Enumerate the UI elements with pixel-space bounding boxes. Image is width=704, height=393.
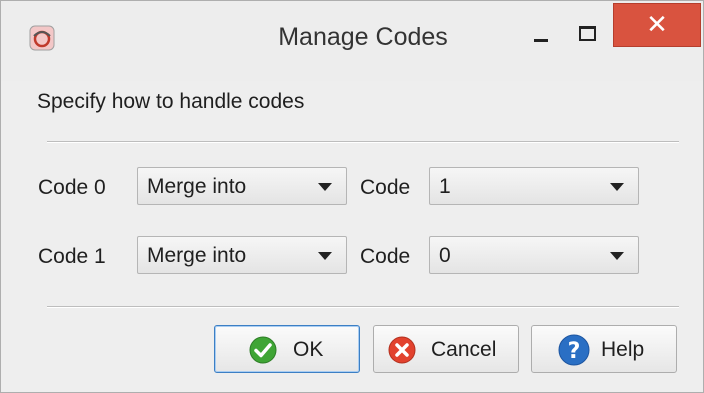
cancel-button-label: Cancel [431,338,497,361]
code-0-action-select[interactable]: Merge into [137,167,347,205]
bottom-separator [47,306,679,308]
code-0-target-select[interactable]: 1 [429,167,639,205]
code-0-action-value: Merge into [147,175,247,198]
instruction-text: Specify how to handle codes [37,90,305,113]
ok-button-label: OK [293,338,324,361]
code-1-label: Code 1 [38,245,106,268]
code-1-action-select[interactable]: Merge into [137,236,347,274]
close-button[interactable]: ✕ [613,3,701,47]
help-button[interactable]: ? Help [531,325,677,373]
code-1-target-select[interactable]: 0 [429,236,639,274]
cancel-button[interactable]: Cancel [373,325,519,373]
top-separator [47,141,679,143]
code-1-action-value: Merge into [147,244,247,267]
minimize-button[interactable] [523,15,563,55]
check-icon [249,336,277,364]
help-button-label: Help [601,338,645,361]
code-0-target-label: Code [360,176,411,199]
code-0-label: Code 0 [38,176,106,199]
manage-codes-dialog: Manage Codes ✕ Specify how to handle cod… [0,0,704,393]
code-1-target-label: Code [360,245,411,268]
title-bar[interactable]: Manage Codes ✕ [1,1,703,81]
close-icon: ✕ [646,10,668,40]
chevron-down-icon [610,252,624,260]
chevron-down-icon [610,183,624,191]
question-icon: ? [558,334,590,366]
cancel-x-icon [388,336,416,364]
maximize-button[interactable] [567,15,607,55]
ok-button[interactable]: OK [214,325,360,373]
maximize-icon [579,26,596,41]
code-0-target-value: 1 [439,175,451,198]
chevron-down-icon [318,252,332,260]
code-1-target-value: 0 [439,244,451,267]
minimize-icon [534,39,548,42]
svg-text:?: ? [568,339,581,364]
chevron-down-icon [318,183,332,191]
